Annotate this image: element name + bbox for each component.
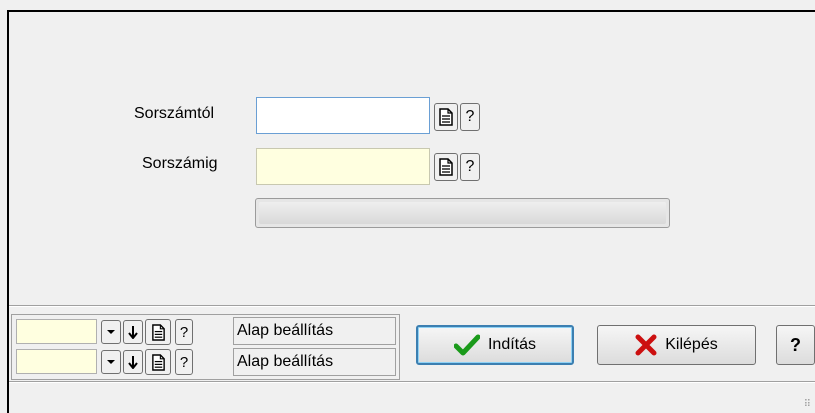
- settings-field-2[interactable]: [16, 349, 97, 374]
- settings-field-1[interactable]: [16, 319, 97, 344]
- status-bar: ⠿: [9, 383, 815, 413]
- settings-document-button-1[interactable]: [145, 319, 171, 345]
- start-button-label: Indítás: [487, 336, 537, 353]
- exit-button-label: Kilépés: [665, 336, 718, 353]
- document-icon: [439, 108, 453, 126]
- settings-dropdown-button-1[interactable]: [101, 320, 121, 344]
- help-glyph: ?: [179, 353, 189, 371]
- resize-grip-icon: ⠿: [803, 399, 811, 410]
- from-browse-button[interactable]: [434, 103, 458, 131]
- document-icon: [151, 353, 165, 371]
- checkmark-icon: [453, 334, 480, 356]
- help-glyph: ?: [179, 323, 189, 341]
- settings-group: ? Alap beállítás ? Alap beállítás: [11, 314, 400, 380]
- settings-help-button-1[interactable]: ?: [175, 319, 193, 345]
- from-field[interactable]: [256, 97, 430, 134]
- progress-track: [259, 202, 666, 224]
- settings-dropdown-button-2[interactable]: [101, 350, 121, 374]
- to-field[interactable]: [256, 148, 430, 185]
- progress-bar: [255, 198, 670, 228]
- settings-help-button-2[interactable]: ?: [175, 349, 193, 375]
- to-label: Sorszámig: [142, 155, 218, 172]
- exit-button[interactable]: Kilépés: [597, 325, 756, 365]
- from-help-button[interactable]: ?: [460, 103, 480, 131]
- arrow-down-icon: [128, 356, 138, 369]
- from-label: Sorszámtól: [134, 105, 215, 122]
- arrow-down-icon: [128, 326, 138, 339]
- settings-label-2: Alap beállítás: [233, 348, 396, 376]
- document-icon: [151, 323, 165, 341]
- to-help-button[interactable]: ?: [460, 153, 480, 181]
- settings-down-button-1[interactable]: [123, 320, 143, 344]
- settings-label-1: Alap beállítás: [233, 317, 396, 345]
- help-glyph: ?: [465, 108, 475, 125]
- help-button-label: ?: [790, 334, 801, 355]
- settings-document-button-2[interactable]: [145, 349, 171, 375]
- start-button[interactable]: Indítás: [416, 325, 574, 365]
- chevron-down-icon: [107, 360, 115, 364]
- to-browse-button[interactable]: [434, 153, 458, 181]
- settings-down-button-2[interactable]: [123, 350, 143, 374]
- cross-icon: [635, 334, 657, 356]
- document-icon: [439, 158, 453, 176]
- help-button[interactable]: ?: [776, 325, 815, 365]
- divider: [9, 305, 815, 307]
- chevron-down-icon: [107, 330, 115, 334]
- help-glyph: ?: [465, 158, 475, 175]
